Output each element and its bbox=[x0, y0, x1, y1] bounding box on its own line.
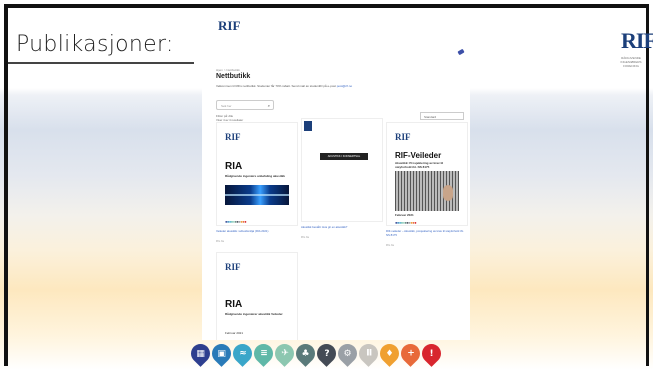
concert-hall-image[interactable]: AKUSTIKK I KONSERTSAL bbox=[301, 118, 383, 222]
cover-subtitle: Akustikk: Prosjektering av krav til støy… bbox=[395, 161, 444, 169]
cover-logo: RIF bbox=[225, 262, 241, 272]
breadcrumb[interactable]: Hjem > Nettbutikk bbox=[216, 68, 240, 72]
ventilation-image bbox=[395, 171, 459, 211]
product-caption[interactable]: RIF-veileder – Akustikk, prosjektering a… bbox=[386, 229, 466, 237]
question-icon: ? bbox=[313, 340, 340, 367]
plane-icon: ✈ bbox=[271, 340, 298, 367]
cover-subtitle: Rådgivende ingeniører akustikk Veileder bbox=[225, 312, 283, 316]
pin-icon[interactable] bbox=[457, 48, 465, 56]
alert-icon: ! bbox=[418, 340, 445, 367]
water-icon-glyph: ≈ bbox=[238, 348, 247, 359]
cover-banner: AKUSTIKK I KONSERTSAL bbox=[320, 153, 368, 160]
webshop-screenshot: RIF Hjem > Nettbutikk Nettbutikk Velkomm… bbox=[202, 14, 470, 340]
intro-link[interactable]: post@rif.no bbox=[337, 84, 352, 88]
plus-icon-glyph: + bbox=[406, 348, 415, 359]
alert-icon-glyph: ! bbox=[429, 348, 434, 359]
cover-title: RIA bbox=[225, 299, 243, 310]
water-icon: ≈ bbox=[229, 340, 256, 367]
gear-icon-glyph: ⚙ bbox=[343, 348, 352, 359]
gear-icon: ⚙ bbox=[334, 340, 361, 367]
cover-logo bbox=[304, 121, 312, 131]
building-icon: ▦ bbox=[187, 340, 214, 367]
search-icon[interactable]: ⌕ bbox=[268, 103, 270, 108]
plus-icon: + bbox=[397, 340, 424, 367]
rif-logo-subtitle: RÅDGIVENDE INGENIØRERS FORENING bbox=[620, 56, 642, 68]
building-icon-glyph: ▦ bbox=[196, 348, 205, 359]
cover-title: RIF-Veileder bbox=[395, 151, 442, 160]
road-icon: ≡ bbox=[250, 340, 277, 367]
cover-subtitle: Rådgivende ingeniørs anbefaling akustikk bbox=[225, 174, 286, 178]
intro-text: Velkommen til RIFs nettbutikk. Studenter… bbox=[216, 84, 416, 88]
search-placeholder: Søk her bbox=[221, 104, 232, 108]
cover-date: Februar 2021 bbox=[395, 213, 414, 217]
road-icon-glyph: ≡ bbox=[259, 348, 268, 359]
product-price: Pris fra bbox=[301, 236, 309, 239]
title-underline bbox=[8, 62, 194, 64]
cover-logo: RIF bbox=[225, 132, 241, 142]
category-icons: ●●●●●●●●●●● bbox=[225, 219, 247, 224]
pause-icon: Ⅱ bbox=[355, 340, 382, 367]
product-price: Pris fra bbox=[386, 244, 394, 247]
hand-image bbox=[443, 185, 453, 201]
sort-select[interactable]: Standard bbox=[420, 112, 464, 120]
document-icon-glyph: ▣ bbox=[217, 348, 226, 359]
intro-body: Velkommen til RIFs nettbutikk. Studenter… bbox=[216, 84, 336, 88]
question-icon-glyph: ? bbox=[323, 348, 330, 359]
product-cover[interactable]: RIF RIA Rådgivende ingeniørs anbefaling … bbox=[216, 122, 298, 226]
cover-title: RIA bbox=[225, 161, 243, 172]
cover-logo: RIF bbox=[395, 132, 411, 142]
tree-icon-glyph: ♣ bbox=[301, 348, 310, 359]
document-icon: ▣ bbox=[208, 340, 235, 367]
cover-date: Februar 2021 bbox=[225, 331, 244, 335]
product-cover[interactable]: RIF RIF-Veileder Akustikk: Prosjektering… bbox=[386, 122, 468, 226]
slide: Publikasjoner: RIF RÅDGIVENDE INGENIØRER… bbox=[0, 0, 653, 370]
category-icons: ●●●●●●●●●●● bbox=[395, 220, 417, 225]
product-caption[interactable]: Veileder akustikk i arbeidsmiljø (RIA 20… bbox=[216, 229, 296, 234]
product-caption[interactable]: Akustikk bestått: Hva gir en akustikk? bbox=[301, 225, 381, 230]
webshop-logo[interactable]: RIF bbox=[218, 18, 240, 34]
bulb-icon: ♦ bbox=[376, 340, 403, 367]
category-icon-row: ▦ ▣ ≈ ≡ ✈ ♣? ⚙ Ⅱ ♦ +! bbox=[187, 340, 445, 367]
sound-wave-image bbox=[225, 185, 289, 205]
bulb-icon-glyph: ♦ bbox=[385, 348, 394, 359]
plane-icon-glyph: ✈ bbox=[280, 348, 289, 359]
tree-icon: ♣ bbox=[292, 340, 319, 367]
product-cover[interactable]: RIF RIA Rådgivende ingeniører akustikk V… bbox=[216, 252, 298, 340]
slide-title: Publikasjoner: bbox=[16, 32, 174, 57]
rif-logo: RIF bbox=[621, 28, 653, 53]
pause-icon-glyph: Ⅱ bbox=[365, 348, 372, 359]
search-input[interactable]: Søk her ⌕ bbox=[216, 100, 274, 110]
page-title: Nettbutikk bbox=[216, 73, 251, 80]
product-price: Pris fra bbox=[216, 240, 224, 243]
